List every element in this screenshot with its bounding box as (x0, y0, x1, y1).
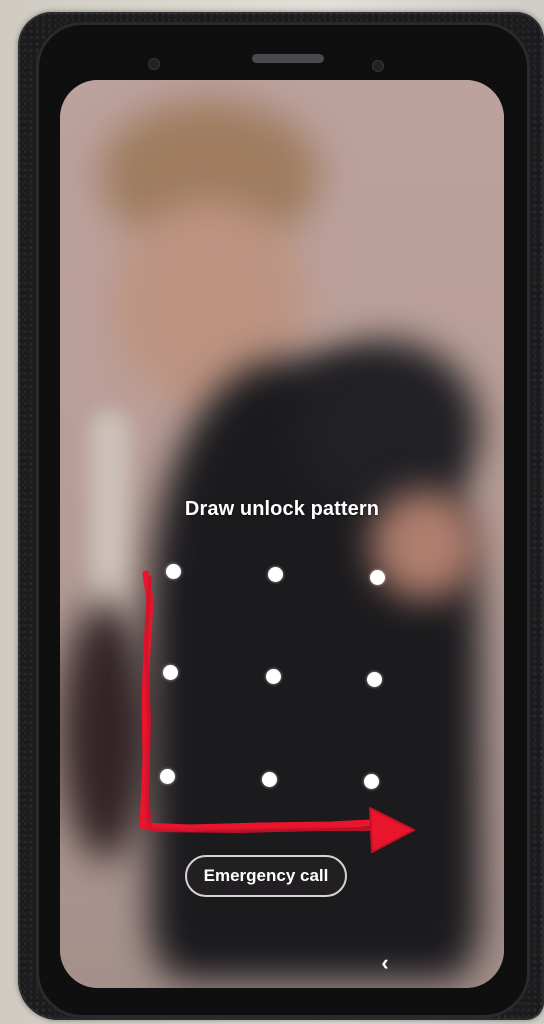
pattern-dot-8[interactable] (262, 772, 277, 787)
chevron-left-icon[interactable]: ‹ (370, 948, 400, 978)
pattern-dot-2[interactable] (268, 567, 283, 582)
pattern-dot-4[interactable] (163, 665, 178, 680)
lock-screen: Draw unlock pattern Emergency call ‹ (60, 80, 504, 988)
pattern-dot-9[interactable] (364, 774, 379, 789)
pattern-dot-7[interactable] (160, 769, 175, 784)
earpiece-speaker (252, 54, 324, 63)
pattern-dot-1[interactable] (166, 564, 181, 579)
wallpaper-dim-overlay (60, 80, 504, 988)
pattern-dot-6[interactable] (367, 672, 382, 687)
pattern-grid[interactable] (140, 564, 430, 816)
emergency-call-button[interactable]: Emergency call (185, 855, 347, 897)
unlock-prompt: Draw unlock pattern (184, 498, 380, 520)
front-camera (372, 60, 384, 72)
pattern-dot-3[interactable] (370, 570, 385, 585)
proximity-sensor (148, 58, 160, 70)
pattern-dot-5[interactable] (266, 669, 281, 684)
